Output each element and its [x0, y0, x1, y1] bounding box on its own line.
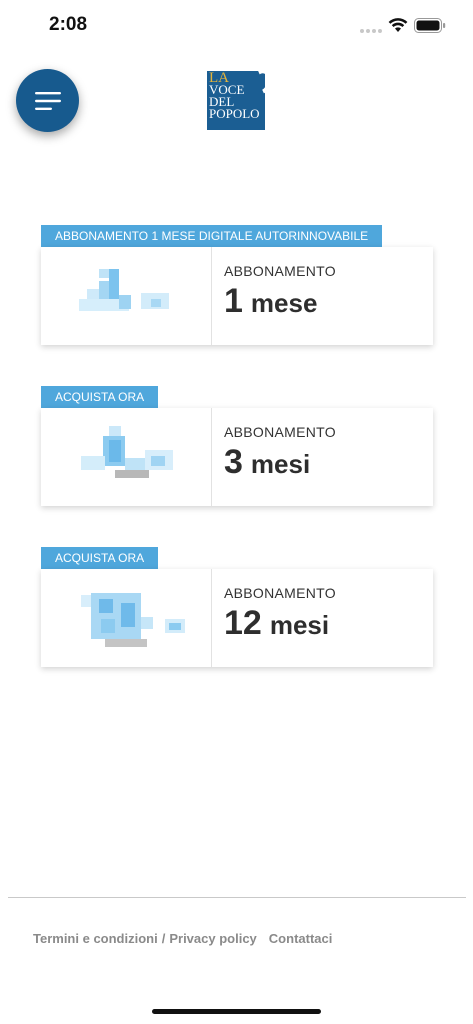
footer-separator: / — [161, 931, 166, 946]
plan-unit: mese — [250, 288, 318, 318]
plan-3-months[interactable]: ACQUISTA ORA ABBONAMENTO 3 mesi — [41, 386, 433, 506]
plan-thumbnail — [41, 247, 212, 345]
logo-line-4: POPOLO — [209, 106, 260, 121]
plan-1-month[interactable]: ABBONAMENTO 1 MESE DIGITALE AUTORINNOVAB… — [41, 225, 433, 345]
footer-divider — [8, 897, 466, 898]
plan-info: ABBONAMENTO 12 mesi — [212, 569, 433, 667]
plan-tag[interactable]: ACQUISTA ORA — [41, 547, 159, 569]
plan-period: 1 mese — [224, 283, 433, 321]
plan-label: ABBONAMENTO — [224, 263, 336, 279]
logo-text: LA VOCE DEL POPOLO — [209, 71, 260, 121]
plan-info: ABBONAMENTO 1 mese — [212, 247, 433, 345]
plan-tag[interactable]: ACQUISTA ORA — [41, 386, 159, 408]
plan-number: 1 — [224, 282, 243, 320]
plan-unit: mesi — [269, 610, 330, 640]
plan-info: ABBONAMENTO 3 mesi — [212, 408, 433, 506]
plan-tag[interactable]: ABBONAMENTO 1 MESE DIGITALE AUTORINNOVAB… — [41, 225, 383, 247]
privacy-link[interactable]: Privacy policy — [169, 931, 256, 946]
wifi-icon — [388, 18, 408, 32]
plan-thumbnail — [41, 569, 212, 667]
status-time: 2:08 — [49, 14, 88, 35]
plan-card[interactable]: ABBONAMENTO 1 mese — [41, 247, 433, 345]
plan-card[interactable]: ABBONAMENTO 12 mesi — [41, 569, 433, 667]
plan-unit: mesi — [250, 449, 311, 479]
plan-12-months[interactable]: ACQUISTA ORA ABBONAMENTO 12 mesi — [41, 547, 433, 667]
cellular-dots-icon — [360, 29, 382, 33]
terms-link[interactable]: Termini e condizioni — [33, 931, 158, 946]
plan-label: ABBONAMENTO — [224, 424, 336, 440]
plan-period: 3 mesi — [224, 444, 433, 482]
plan-thumbnail — [41, 408, 212, 506]
battery-icon — [414, 18, 446, 33]
footer-links: Termini e condizioni / Privacy policy Conta… — [33, 931, 332, 946]
plan-period: 12 mesi — [224, 605, 433, 643]
plan-number: 12 — [224, 604, 262, 642]
hamburger-icon — [34, 91, 61, 110]
menu-button[interactable] — [16, 69, 79, 132]
plan-number: 3 — [224, 443, 243, 481]
contact-link[interactable]: Contattaci — [269, 931, 333, 946]
logo[interactable]: LA VOCE DEL POPOLO — [207, 71, 265, 130]
plan-card[interactable]: ABBONAMENTO 3 mesi — [41, 408, 433, 506]
status-bar: 2:08 — [0, 0, 473, 50]
plan-label: ABBONAMENTO — [224, 585, 336, 601]
home-indicator[interactable] — [152, 1009, 321, 1014]
